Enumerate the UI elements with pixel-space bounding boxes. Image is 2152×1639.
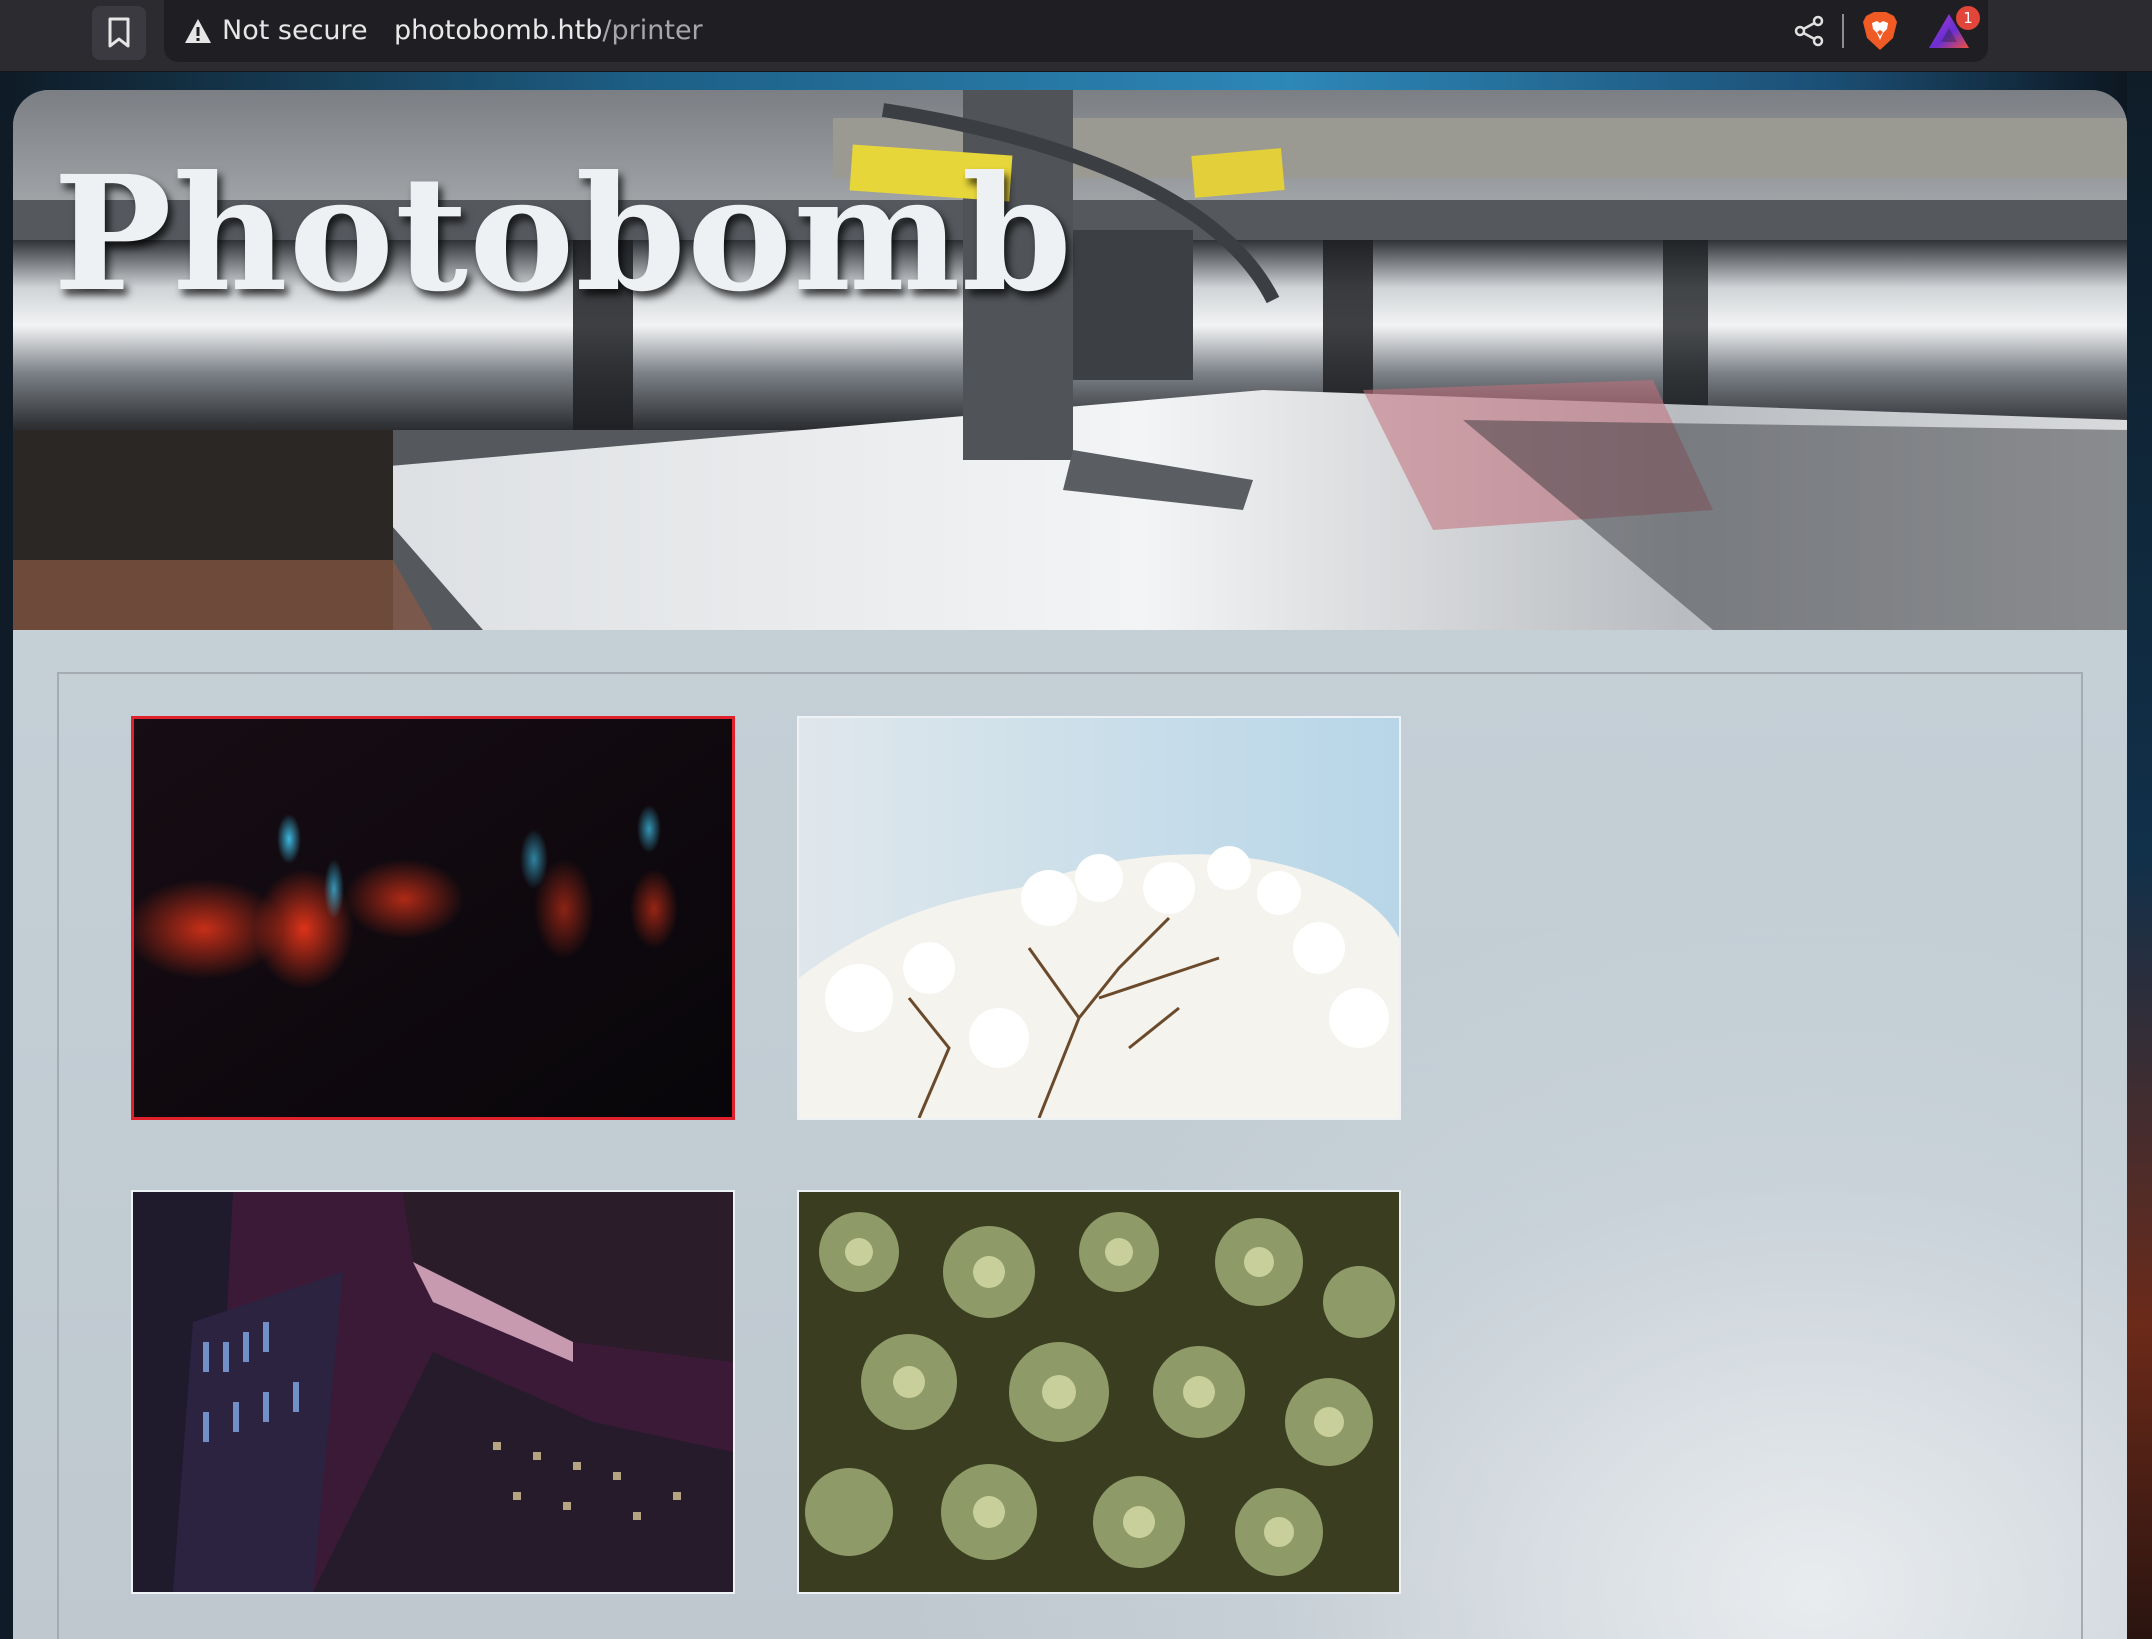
url-host: photobomb.htb — [394, 15, 603, 46]
neon-blur-image — [134, 719, 732, 1117]
skyscrapers-image — [133, 1192, 733, 1592]
page-content: Photobomb — [13, 90, 2127, 1639]
photo-gallery — [57, 672, 2083, 1639]
white-blossoms-image — [799, 718, 1399, 1118]
share-icon[interactable] — [1792, 14, 1826, 48]
security-status[interactable]: Not secure — [222, 14, 368, 48]
warning-icon — [185, 19, 211, 43]
address-bar[interactable]: Not secure photobomb.htb/printer 1 — [164, 0, 1988, 62]
photo-skyscrapers[interactable] — [131, 1190, 735, 1594]
bookmark-button[interactable] — [92, 6, 146, 60]
desktop-edge — [2127, 72, 2152, 1639]
browser-toolbar: Not secure photobomb.htb/printer 1 — [0, 0, 2152, 72]
photo-white-blossoms[interactable] — [797, 716, 1401, 1120]
rewards-badge: 1 — [1956, 6, 1980, 30]
succulents-image — [799, 1192, 1399, 1592]
url-text[interactable]: photobomb.htb/printer — [394, 14, 703, 48]
photo-succulents[interactable] — [797, 1190, 1401, 1594]
photo-neon-blur[interactable] — [131, 716, 735, 1120]
bookmark-icon — [108, 17, 130, 48]
header-banner: Photobomb — [13, 90, 2127, 630]
brave-shield-icon[interactable] — [1860, 10, 1900, 52]
toolbar-separator — [1842, 14, 1844, 48]
url-path: /printer — [602, 15, 703, 46]
page-viewport: Photobomb — [0, 72, 2152, 1639]
site-title: Photobomb — [53, 142, 1073, 327]
